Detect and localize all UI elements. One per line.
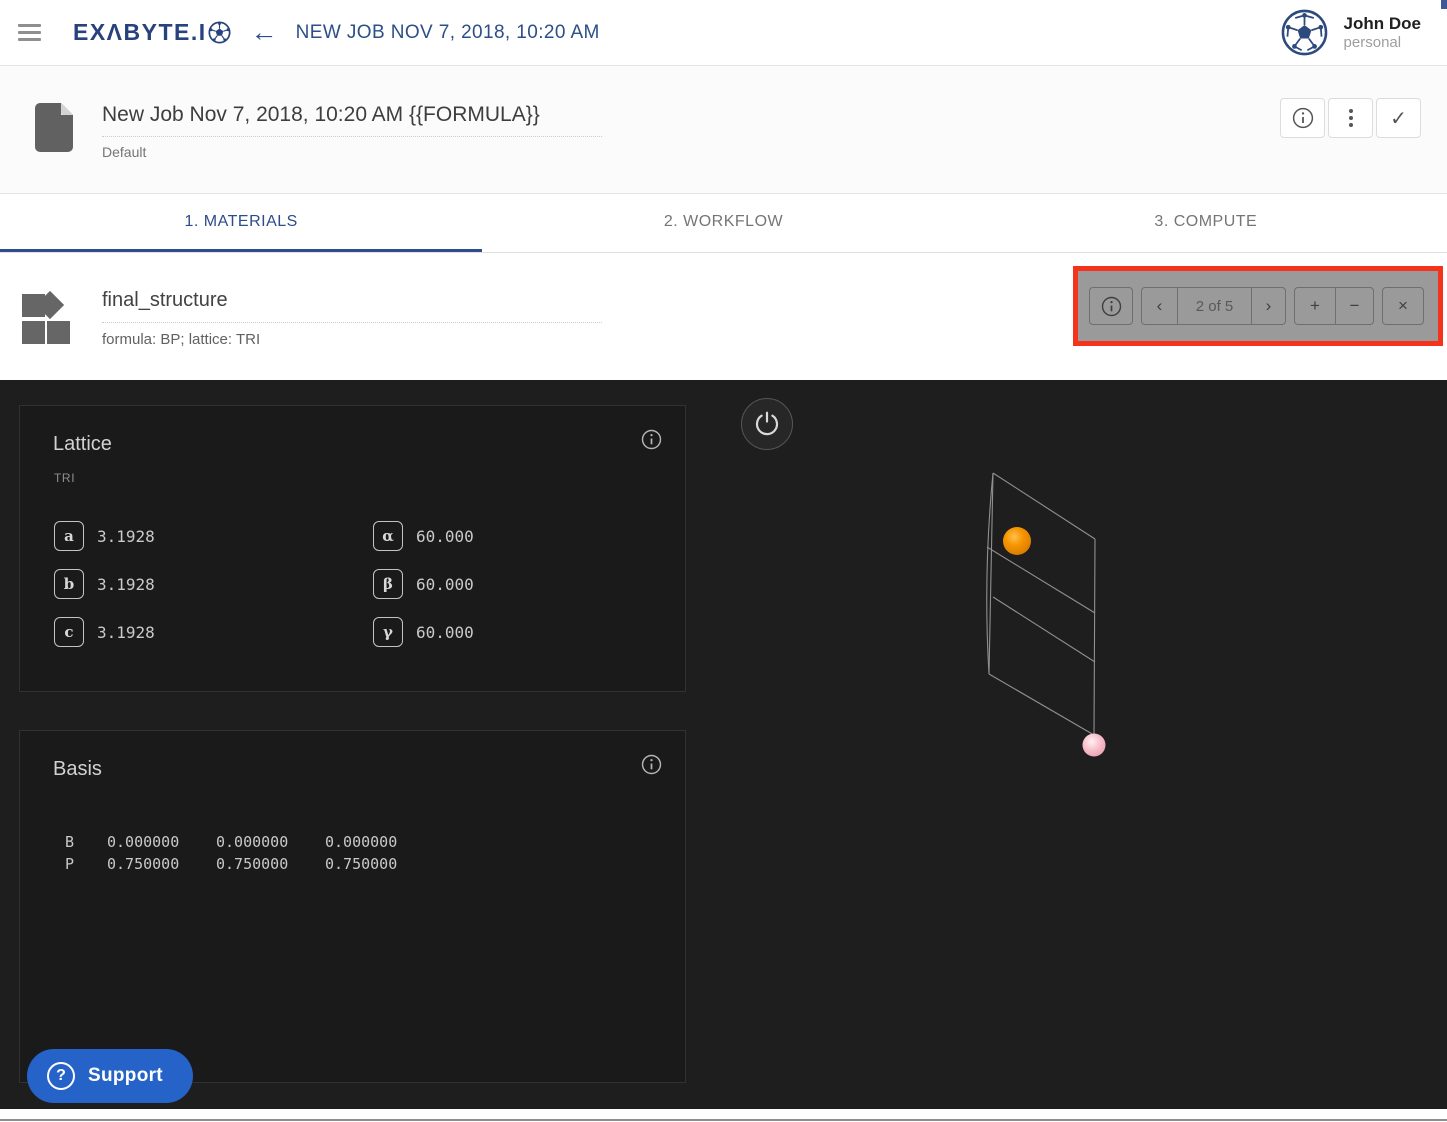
- material-name[interactable]: final_structure: [102, 289, 602, 323]
- job-subtitle: Default: [102, 144, 602, 160]
- structure-viewer[interactable]: [0, 380, 1447, 1109]
- support-button[interactable]: ? Support: [27, 1049, 193, 1103]
- unit-cell-wireframe: [987, 473, 1095, 735]
- viewer-power-button[interactable]: [741, 398, 793, 450]
- material-info-button[interactable]: [1089, 287, 1133, 325]
- chevron-left-icon: ‹: [1157, 296, 1163, 316]
- logo-ball-icon: [208, 21, 231, 44]
- material-add-remove: + −: [1294, 287, 1374, 325]
- tab-materials[interactable]: 1. MATERIALS: [0, 194, 482, 252]
- chevron-right-icon: ›: [1266, 296, 1272, 316]
- job-header: New Job Nov 7, 2018, 10:20 AM {{FORMULA}…: [0, 66, 1447, 194]
- support-label: Support: [88, 1065, 163, 1087]
- horizontal-scrollbar[interactable]: [0, 1119, 1447, 1121]
- menu-icon[interactable]: [18, 24, 41, 41]
- pager-label: 2 of 5: [1177, 287, 1252, 325]
- user-name: John Doe: [1344, 13, 1421, 34]
- next-material-button[interactable]: ›: [1251, 287, 1286, 325]
- kebab-menu-icon: [1349, 109, 1353, 127]
- document-icon: [35, 103, 73, 152]
- job-title[interactable]: New Job Nov 7, 2018, 10:20 AM {{FORMULA}…: [102, 103, 602, 137]
- tab-workflow[interactable]: 2. WORKFLOW: [482, 194, 964, 252]
- material-pager: ‹ 2 of 5 ›: [1141, 287, 1286, 325]
- close-icon: ×: [1398, 296, 1408, 316]
- user-role: personal: [1344, 34, 1421, 53]
- question-icon: ?: [47, 1062, 75, 1090]
- job-more-button[interactable]: [1328, 98, 1373, 138]
- plus-icon: +: [1310, 296, 1320, 316]
- atom-orange: [1003, 527, 1031, 555]
- logo-text: EXΛBYTE.I: [73, 19, 207, 46]
- job-actions: ✓: [1280, 98, 1421, 138]
- material-row: final_structure formula: BP; lattice: TR…: [0, 253, 1447, 380]
- vertical-scrollbar-thumb[interactable]: [1441, 0, 1447, 9]
- tab-compute[interactable]: 3. COMPUTE: [965, 194, 1447, 252]
- exabyte-logo[interactable]: EXΛBYTE.I: [73, 19, 231, 46]
- material-icon: [22, 289, 71, 344]
- back-arrow-icon[interactable]: ←: [251, 19, 278, 46]
- power-icon: [754, 411, 780, 437]
- minus-icon: −: [1350, 296, 1360, 316]
- bottom-scroll-area: [0, 1109, 1447, 1122]
- user-menu[interactable]: John Doe personal: [1281, 9, 1421, 56]
- job-info-button[interactable]: [1280, 98, 1325, 138]
- add-material-button[interactable]: +: [1294, 287, 1336, 325]
- prev-material-button[interactable]: ‹: [1141, 287, 1178, 325]
- material-detail-section: Lattice TRI a 3.1928 α 60.000 b 3.1928: [0, 380, 1447, 1109]
- check-icon: ✓: [1390, 106, 1407, 131]
- page-title: NEW JOB NOV 7, 2018, 10:20 AM: [296, 22, 600, 44]
- remove-material-button[interactable]: −: [1335, 287, 1374, 325]
- info-icon: [1292, 107, 1314, 129]
- material-meta: formula: BP; lattice: TRI: [102, 331, 602, 348]
- info-icon: [1101, 296, 1122, 317]
- avatar[interactable]: [1281, 9, 1328, 56]
- atom-pink: [1083, 734, 1106, 757]
- close-material-button[interactable]: ×: [1382, 287, 1424, 325]
- step-tabs: 1. MATERIALS 2. WORKFLOW 3. COMPUTE: [0, 194, 1447, 253]
- job-save-button[interactable]: ✓: [1376, 98, 1421, 138]
- material-toolbar-annotation: ‹ 2 of 5 › + − ×: [1073, 266, 1443, 346]
- top-bar: EXΛBYTE.I ← NEW JOB NOV 7, 2018, 10:20 A…: [0, 0, 1447, 66]
